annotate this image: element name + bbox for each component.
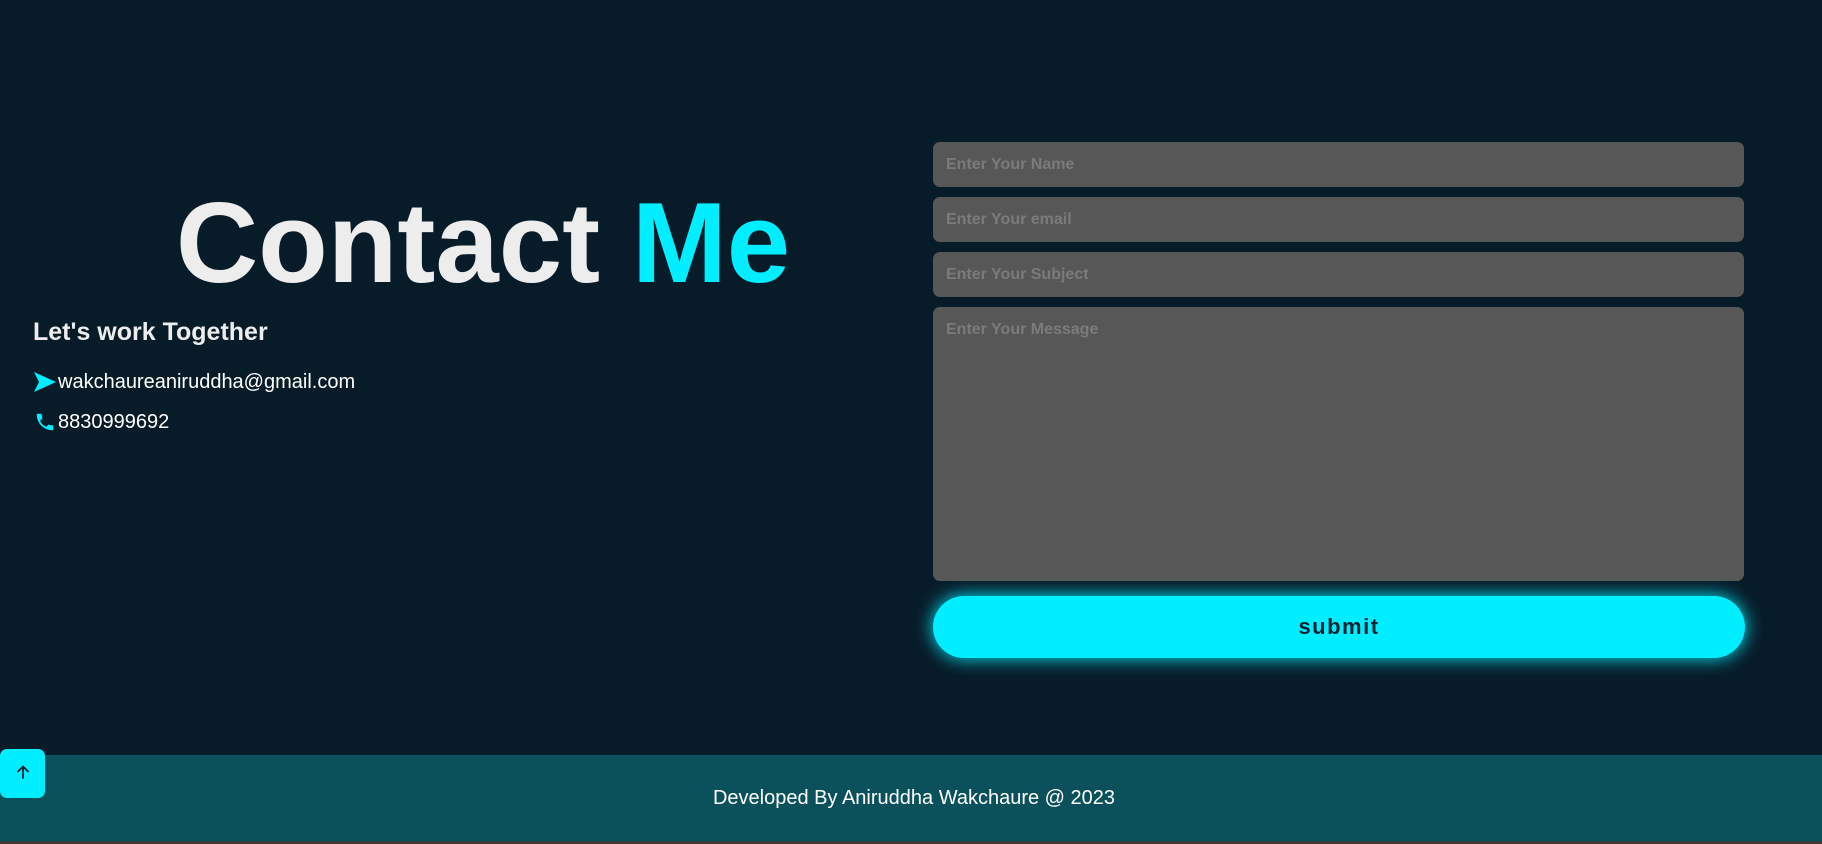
email-address[interactable]: wakchaureaniruddha@gmail.com [58,371,355,394]
page-title: Contact Me [0,184,966,304]
email-row: wakchaureaniruddha@gmail.com [33,370,355,394]
submit-button[interactable]: submit [933,596,1745,658]
name-input[interactable] [933,142,1744,187]
send-icon [33,370,57,394]
page: Contact Me Let's work Together wakchaure… [0,0,1822,844]
contact-form: submit [933,142,1745,658]
contact-section: Contact Me Let's work Together wakchaure… [0,0,1822,755]
email-input[interactable] [933,197,1744,242]
title-accent: Me [631,180,791,307]
phone-row: 8830999692 [33,410,169,434]
contact-subheading: Let's work Together [33,318,268,346]
title-main: Contact [175,180,632,307]
phone-icon [33,410,57,434]
message-input[interactable] [933,307,1744,581]
footer-text: Developed By Aniruddha Wakchaure @ 2023 [0,787,1822,810]
phone-number[interactable]: 8830999692 [58,411,169,434]
scroll-to-top-button[interactable] [0,749,45,798]
footer-credit: Developed By Aniruddha Wakchaure @ 2023 [712,787,1116,809]
subject-input[interactable] [933,252,1744,297]
footer: Developed By Aniruddha Wakchaure @ 2023 [0,755,1822,844]
arrow-up-icon [15,764,31,783]
contact-info: Contact Me Let's work Together wakchaure… [0,0,930,755]
